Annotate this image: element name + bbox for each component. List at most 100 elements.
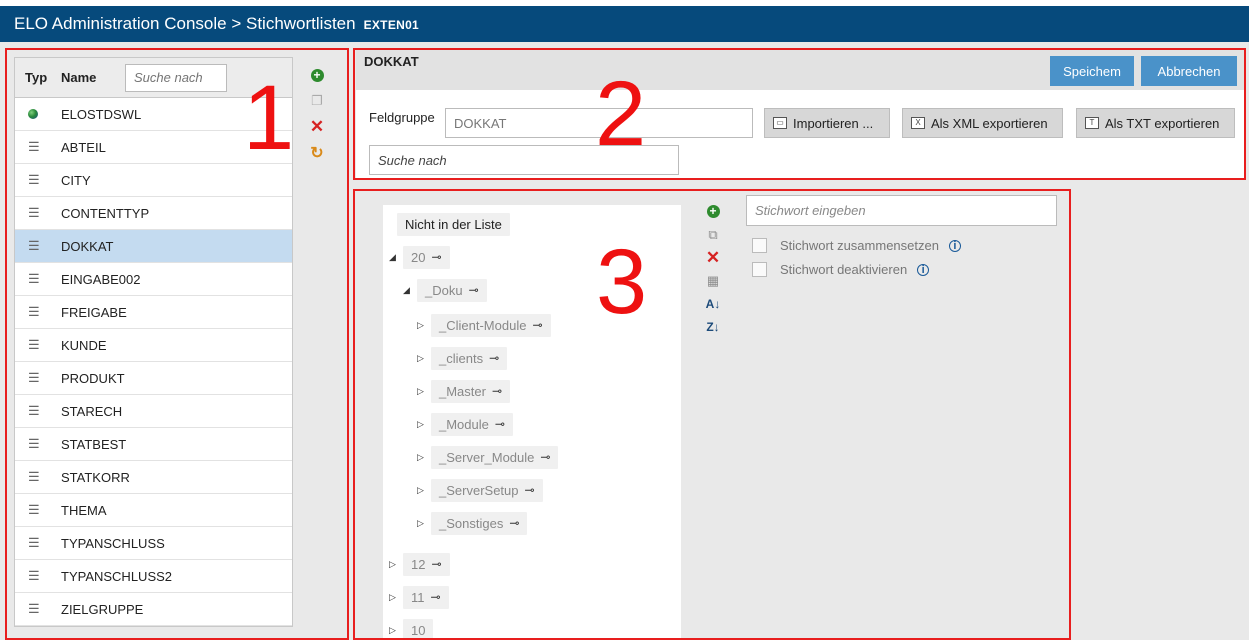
checkbox-box[interactable]	[752, 262, 767, 277]
info-icon[interactable]: i	[948, 239, 961, 252]
tree-node[interactable]: ▷ _Client-Module ⊸	[417, 311, 551, 339]
collapsed-arrow-icon[interactable]: ▷	[389, 559, 403, 570]
delete-list-button[interactable]: ✕	[307, 114, 327, 140]
globe-icon	[15, 107, 61, 122]
list-item[interactable]: ☰ CITY	[15, 164, 292, 197]
list-icon: ☰	[28, 238, 40, 253]
list-item[interactable]: ☰ STATBEST	[15, 428, 292, 461]
list-detail-header: DOKKAT Speichem Abbrechen Feldgruppe DOK…	[356, 48, 1245, 179]
save-button[interactable]: Speichem	[1050, 56, 1134, 86]
list-item[interactable]: ☰ KUNDE	[15, 329, 292, 362]
expanded-arrow-icon[interactable]: ◢	[403, 285, 417, 296]
list-item-label: ZIELGRUPPE	[61, 601, 144, 617]
list-item[interactable]: ☰ DOKKAT	[15, 230, 292, 263]
export-txt-button[interactable]: T Als TXT exportieren	[1076, 108, 1235, 138]
info-icon[interactable]: i	[917, 263, 930, 276]
tree-node[interactable]: ▷ 10	[389, 616, 434, 640]
tree-node-pill: _clients ⊸	[431, 346, 508, 370]
tree-node-label: _Server_Module	[439, 449, 535, 465]
list-item[interactable]: ☰ ZIELGRUPPE	[15, 593, 292, 626]
list-item[interactable]: ☰ TYPANSCHLUSS2	[15, 560, 292, 593]
add-list-button[interactable]: +	[307, 62, 327, 88]
tree-node-pill: _Module ⊸	[431, 412, 513, 436]
tree-node-pill: 20 ⊸	[403, 245, 450, 269]
copy-list-button[interactable]: ❐	[307, 88, 327, 114]
connector-icon: ⊸	[532, 318, 543, 332]
checkbox-box[interactable]	[752, 238, 767, 253]
keyword-tree: Nicht in der Liste ◢ 20 ⊸ ◢ _Doku ⊸ ▷ _Client-M…	[383, 205, 681, 640]
list-item[interactable]: ☰ STATKORR	[15, 461, 292, 494]
collapsed-arrow-icon[interactable]: ▷	[417, 386, 431, 397]
tree-node[interactable]: ▷ _Module ⊸	[417, 410, 513, 438]
sort-ascending-button[interactable]: A↓	[703, 292, 723, 315]
collapsed-arrow-icon[interactable]: ▷	[417, 518, 431, 529]
list-item-label: ELOSTDSWL	[61, 106, 142, 122]
collapsed-arrow-icon[interactable]: ▷	[417, 485, 431, 496]
import-button[interactable]: ▭ Importieren ...	[764, 108, 890, 138]
delete-all-icon: ▦	[706, 272, 720, 288]
tree-node[interactable]: ▷ 12 ⊸	[389, 550, 450, 578]
list-item[interactable]: ☰ ABTEIL	[15, 131, 292, 164]
delete-all-button[interactable]: ▦	[703, 269, 723, 292]
collapsed-arrow-icon[interactable]: ▷	[389, 625, 403, 636]
list-icon: ☰	[28, 370, 40, 385]
keyword-input[interactable]: Stichwort eingeben	[746, 195, 1057, 226]
list-item[interactable]: ☰ THEMA	[15, 494, 292, 527]
tree-node[interactable]: ◢ _Doku ⊸	[403, 276, 487, 304]
collapsed-arrow-icon[interactable]: ▷	[417, 419, 431, 430]
tree-node[interactable]: ▷ _Sonstiges ⊸	[417, 509, 528, 537]
connector-icon: ⊸	[509, 516, 520, 530]
list-icon: ☰	[28, 469, 40, 484]
list-item-label: STARECH	[61, 403, 123, 419]
tree-node[interactable]: ▷ _Master ⊸	[417, 377, 511, 405]
tree-node-label: _Sonstiges	[439, 515, 504, 531]
refresh-icon: ↻	[310, 145, 324, 162]
list-search-input[interactable]	[125, 63, 227, 92]
list-item[interactable]: ELOSTDSWL	[15, 98, 292, 131]
list-item-label: PRODUKT	[61, 370, 125, 386]
tree-node[interactable]: ▷ _Server_Module ⊸	[417, 443, 559, 471]
cancel-button[interactable]: Abbrechen	[1141, 56, 1237, 86]
refresh-list-button[interactable]: ↻	[307, 140, 327, 166]
list-icon: ☰	[28, 601, 40, 616]
list-icon: ☰	[28, 436, 40, 451]
tree-node[interactable]: ▷ 11 ⊸	[389, 583, 449, 611]
collapsed-arrow-icon[interactable]: ▷	[389, 592, 403, 603]
list-item[interactable]: ☰ PRODUKT	[15, 362, 292, 395]
list-item-label: TYPANSCHLUSS	[61, 535, 165, 551]
list-item[interactable]: ☰ STARECH	[15, 395, 292, 428]
list-item[interactable]: ☰ EINGABE002	[15, 263, 292, 296]
list-icon: ☰	[28, 172, 40, 187]
tree-node-label: 11	[411, 589, 425, 605]
tree-node-label: _Client-Module	[439, 317, 527, 333]
connector-icon: ⊸	[430, 590, 441, 604]
list-item[interactable]: ☰ CONTENTTYP	[15, 197, 292, 230]
sort-descending-button[interactable]: Z↓	[703, 315, 723, 338]
fieldgroup-input[interactable]: DOKKAT	[445, 108, 753, 138]
collapsed-arrow-icon[interactable]: ▷	[417, 320, 431, 331]
tree-node-label: _ServerSetup	[439, 482, 519, 498]
list-icon: ☰	[28, 403, 40, 418]
export-xml-button[interactable]: X Als XML exportieren	[902, 108, 1063, 138]
tree-node[interactable]: ◢ 20 ⊸	[389, 243, 450, 271]
add-child-keyword-button[interactable]: ⧉	[703, 223, 723, 246]
add-keyword-button[interactable]: +	[703, 200, 723, 223]
tree-node-pill: 11 ⊸	[403, 585, 449, 609]
list-icon: ☰	[28, 568, 40, 583]
delete-keyword-button[interactable]: ✕	[703, 246, 723, 269]
tree-node-not-in-list[interactable]: Nicht in der Liste	[397, 210, 510, 238]
collapsed-arrow-icon[interactable]: ▷	[417, 353, 431, 364]
list-item[interactable]: ☰ FREIGABE	[15, 296, 292, 329]
tree-node[interactable]: ▷ _ServerSetup ⊸	[417, 476, 543, 504]
copy-icon: ❐	[311, 93, 323, 108]
connector-icon: ⊸	[431, 557, 442, 571]
list-item[interactable]: ☰ TYPANSCHLUSS	[15, 527, 292, 560]
tree-toolbar: + ⧉ ✕ ▦ A↓ Z↓	[703, 200, 725, 338]
delete-icon: ✕	[705, 247, 721, 267]
combine-keyword-checkbox[interactable]: Stichwort zusammensetzen i	[752, 238, 961, 253]
expanded-arrow-icon[interactable]: ◢	[389, 252, 403, 263]
tree-node[interactable]: ▷ _clients ⊸	[417, 344, 508, 372]
keyword-search-input[interactable]: Suche nach	[369, 145, 679, 175]
disable-keyword-checkbox[interactable]: Stichwort deaktivieren i	[752, 262, 930, 277]
collapsed-arrow-icon[interactable]: ▷	[417, 452, 431, 463]
